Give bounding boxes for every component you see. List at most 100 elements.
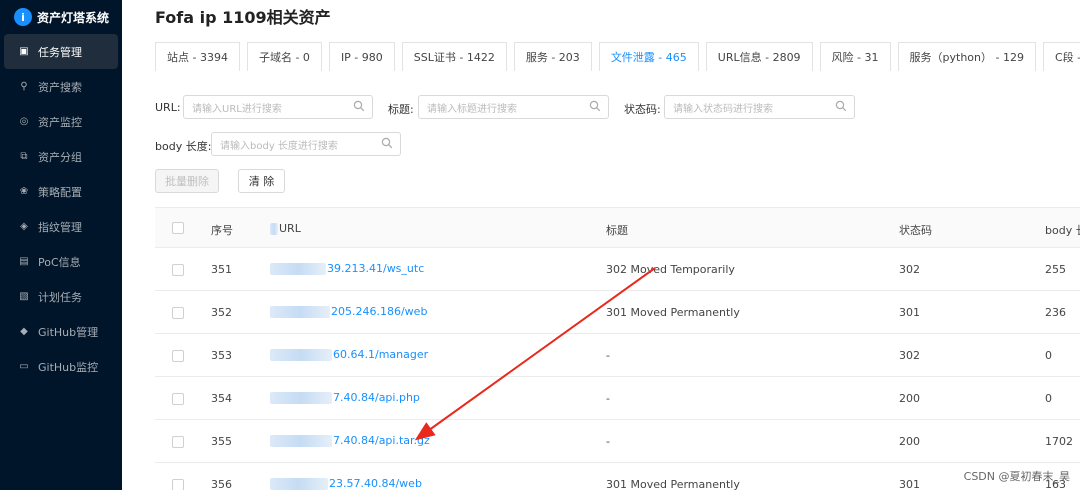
sidebar-menu: ▣ 任务管理 ⚲ 资产搜索 ◎ 资产监控 ⧉ 资产分组 ❀ 策略配置 ◈ 指纹管理 ▤ PoC信息 ▧ 计划任… [0,34,122,384]
row-status-code: 301 [899,478,920,490]
column-url: URL [270,222,301,235]
row-status-code: 200 [899,392,920,405]
row-url-text: 7.40.84/api.tar.gz [333,434,430,447]
sidebar-item-4[interactable]: ❀ 策略配置 [0,174,122,209]
batch-delete-button[interactable]: 批量删除 [155,169,219,193]
sidebar-item-2[interactable]: ◎ 资产监控 [0,104,122,139]
tab-4[interactable]: 服务 - 203 [513,42,592,71]
redaction-mask [270,435,332,447]
redaction-mask [270,263,326,275]
table-row[interactable]: 354 7.40.84/api.php - 200 0 [155,377,1080,420]
row-url-link[interactable]: 23.57.40.84/web [270,477,422,490]
github-icon: ◆ [20,326,28,337]
app-logo[interactable]: i 资产灯塔系统 [0,0,122,34]
tab-9[interactable]: C段 - 0 [1042,42,1080,71]
row-body-length: 1702 [1045,435,1073,448]
sidebar-item-8[interactable]: ◆ GitHub管理 [0,314,122,349]
tab-8[interactable]: 服务（python） - 129 [897,42,1036,71]
tab-1[interactable]: 子域名 - 0 [246,42,322,71]
title-filter-label: 标题: [388,103,414,116]
search-icon [589,100,601,112]
tab-5[interactable]: 文件泄露 - 465 [598,42,699,71]
sidebar-item-label: GitHub监控 [38,360,99,374]
status-search-input[interactable]: 请输入状态码进行搜索 [664,95,855,119]
sidebar-item-0[interactable]: ▣ 任务管理 [4,34,118,69]
select-all-checkbox[interactable] [172,222,184,234]
sidebar-item-3[interactable]: ⧉ 资产分组 [0,139,122,174]
sidebar-item-label: 资产搜索 [38,80,82,94]
row-checkbox[interactable] [172,264,184,276]
poc-icon: ▤ [19,256,29,267]
table-row[interactable]: 356 23.57.40.84/web 301 Moved Permanently 3… [155,463,1080,490]
row-title: 302 Moved Temporarily [606,263,735,276]
tab-6[interactable]: URL信息 - 2809 [705,42,813,71]
row-url-link[interactable]: 7.40.84/api.tar.gz [270,434,430,447]
title-search-placeholder: 请输入标题进行搜索 [427,103,517,115]
row-url-link[interactable]: 7.40.84/api.php [270,391,420,404]
table-row[interactable]: 351 39.213.41/ws_utc 302 Moved Temporarily… [155,248,1080,291]
sidebar-item-label: 资产监控 [38,115,82,129]
monitor-icon: ◎ [19,116,29,127]
row-title: - [606,349,610,362]
sidebar-item-5[interactable]: ◈ 指纹管理 [0,209,122,244]
redaction-mask [270,306,330,318]
row-url-link[interactable]: 39.213.41/ws_utc [270,262,424,275]
tab-3[interactable]: SSL证书 - 1422 [401,42,507,71]
sidebar-item-label: 任务管理 [38,45,82,59]
tab-2[interactable]: IP - 980 [328,42,395,71]
main-content: Fofa ip 1109相关资产 站点 - 3394 子域名 - 0 IP - 98… [122,0,1080,490]
schedule-icon: ▧ [19,291,29,302]
tab-7[interactable]: 风险 - 31 [819,42,891,71]
row-status-code: 302 [899,263,920,276]
row-title: - [606,392,610,405]
row-url-text: 39.213.41/ws_utc [327,262,425,275]
row-status-code: 200 [899,435,920,448]
row-url-text: 205.246.186/web [331,305,428,318]
row-body-length: 236 [1045,306,1066,319]
row-index: 356 [211,478,232,490]
task-icon: ▣ [19,46,29,57]
sidebar-item-label: 计划任务 [38,290,82,304]
url-search-input[interactable]: 请输入URL进行搜索 [183,95,373,119]
row-checkbox[interactable] [172,307,184,319]
row-checkbox[interactable] [172,350,184,362]
sidebar-item-6[interactable]: ▤ PoC信息 [0,244,122,279]
status-filter-label: 状态码: [624,103,661,116]
body-search-input[interactable]: 请输入body 长度进行搜索 [211,132,401,156]
row-checkbox[interactable] [172,479,184,490]
column-index: 序号 [211,224,233,237]
row-status-code: 302 [899,349,920,362]
redaction-mask [270,478,328,490]
row-title: 301 Moved Permanently [606,306,740,319]
group-icon: ⧉ [20,151,28,162]
row-body-length: 0 [1045,392,1052,405]
logo-icon: i [14,8,32,26]
row-index: 351 [211,263,232,276]
clear-button[interactable]: 清 除 [238,169,285,193]
row-checkbox[interactable] [172,393,184,405]
tab-0[interactable]: 站点 - 3394 [155,42,240,71]
sidebar-item-7[interactable]: ▧ 计划任务 [0,279,122,314]
column-body-length: body 长 [1045,224,1080,237]
column-title: 标题 [606,224,628,237]
github-monitor-icon: ▭ [19,361,29,372]
search-icon: ⚲ [20,81,28,92]
row-status-code: 301 [899,306,920,319]
table-row[interactable]: 353 60.64.1/manager - 302 0 [155,334,1080,377]
watermark: CSDN @夏初春末_昊 [963,470,1070,483]
row-url-link[interactable]: 205.246.186/web [270,305,427,318]
table-row[interactable]: 355 7.40.84/api.tar.gz - 200 1702 [155,420,1080,463]
row-index: 352 [211,306,232,319]
row-url-text: 7.40.84/api.php [333,391,420,404]
title-search-input[interactable]: 请输入标题进行搜索 [418,95,609,119]
search-icon [353,100,365,112]
table-row[interactable]: 352 205.246.186/web 301 Moved Permanently 3… [155,291,1080,334]
redaction-mask [270,223,278,235]
row-url-link[interactable]: 60.64.1/manager [270,348,428,361]
search-icon [835,100,847,112]
row-checkbox[interactable] [172,436,184,448]
body-search-placeholder: 请输入body 长度进行搜索 [220,140,338,152]
sidebar-item-9[interactable]: ▭ GitHub监控 [0,349,122,384]
sidebar-item-1[interactable]: ⚲ 资产搜索 [0,69,122,104]
row-index: 353 [211,349,232,362]
